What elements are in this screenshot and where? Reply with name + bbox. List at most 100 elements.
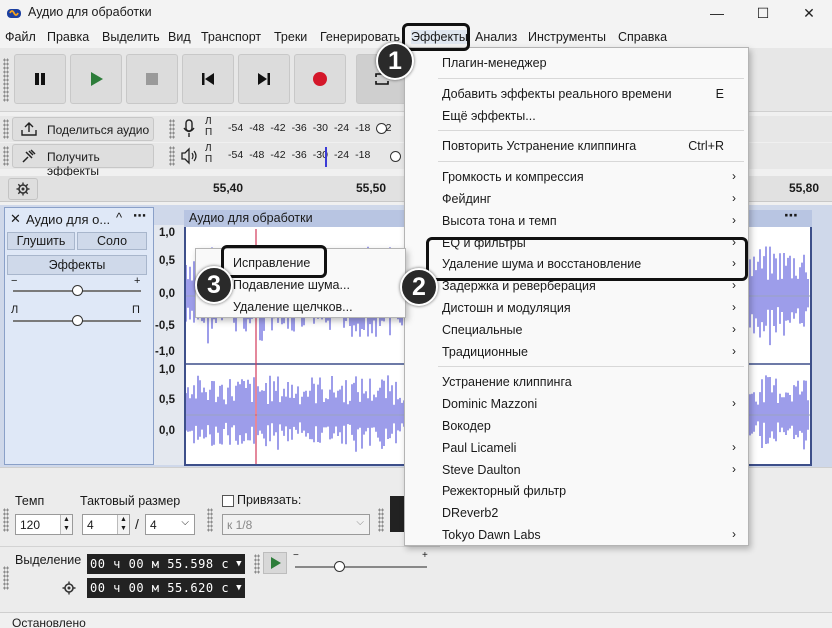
play-button[interactable] [70, 54, 122, 104]
menu-help[interactable]: Справка [618, 30, 667, 44]
effects-menu-item[interactable]: DReverb2 [405, 502, 748, 524]
menu-select[interactable]: Выделить [102, 30, 160, 44]
selection-settings-button[interactable] [58, 578, 80, 598]
dropdown-arrow-icon: ▼ [236, 559, 242, 569]
meter-tick: -48 [249, 149, 265, 161]
effects-menu-item[interactable]: Steve Daulton › [405, 459, 748, 481]
menu-tools[interactable]: Инструменты [528, 30, 606, 44]
toolbar-grip[interactable] [3, 119, 9, 139]
pan-slider-knob[interactable] [72, 315, 83, 326]
menu-item-click-removal[interactable]: Удаление щелчков... [196, 296, 405, 318]
beats-spinner[interactable]: ▲ ▼ [117, 515, 129, 534]
speed-slider-knob[interactable] [334, 561, 345, 572]
speaker-icon[interactable] [180, 147, 200, 165]
effects-menu-item[interactable]: Высота тона и темп › [405, 210, 748, 232]
meter-tick: -24 [333, 122, 350, 134]
record-icon [313, 72, 327, 86]
toolbar-grip[interactable] [169, 119, 175, 139]
selection-end-value: 00 ч 00 м 55.620 с [90, 581, 230, 595]
toolbar-grip[interactable] [207, 508, 213, 532]
timeline-settings-button[interactable] [8, 178, 38, 200]
play-at-speed-button[interactable] [263, 552, 287, 574]
clip-menu-icon[interactable]: ⋯ [784, 207, 798, 224]
effects-menu-item[interactable]: Ещё эффекты... [405, 105, 748, 127]
speed-slider-track[interactable] [295, 566, 427, 568]
stop-button[interactable] [126, 54, 178, 104]
snap-checkbox[interactable] [222, 495, 234, 507]
track-name[interactable]: Аудио для о... [26, 212, 110, 227]
effects-menu-item[interactable]: Громкость и компрессия › [405, 166, 748, 188]
menu-tracks[interactable]: Треки [274, 30, 307, 44]
record-button[interactable] [294, 54, 346, 104]
effects-menu-item[interactable]: Дистошн и модуляция › [405, 297, 748, 319]
menu-transport[interactable]: Транспорт [201, 30, 261, 44]
scale-label: 1,0 [159, 227, 175, 239]
maximize-button[interactable]: ☐ [740, 0, 786, 26]
close-track-icon[interactable]: ✕ [10, 211, 21, 227]
get-effects-button[interactable]: Получить эффекты [12, 144, 154, 178]
effects-menu-item[interactable]: Режекторный фильтр [405, 480, 748, 502]
track-menu-icon[interactable]: ⋯ [133, 208, 146, 224]
submenu-arrow-icon: › [732, 191, 736, 205]
amplitude-scale: 1,0 0,5 0,0 -0,5 -1,0 1,0 0,5 0,0 [154, 225, 184, 465]
track-effects-button[interactable]: Эффекты [7, 255, 147, 275]
scale-label: 1,0 [159, 364, 175, 376]
effects-menu-item[interactable]: Устранение клиппинга [405, 371, 748, 393]
playback-volume-knob[interactable] [390, 151, 401, 162]
playback-meter-scale[interactable]: -54 -48 -42 -36 -30 -24 -18 [228, 149, 398, 161]
effects-menu-item[interactable]: Tokyo Dawn Labs › [405, 524, 748, 546]
gain-slider-knob[interactable] [72, 285, 83, 296]
play-icon [271, 557, 281, 569]
effects-menu-item[interactable]: Вокодер [405, 415, 748, 437]
menu-item-label: Paul Licameli [442, 440, 517, 455]
effects-menu-item[interactable]: Плагин-менеджер [405, 52, 748, 74]
menu-edit[interactable]: Правка [47, 30, 89, 44]
toolbar-grip[interactable] [3, 508, 9, 532]
pan-left-label: Л [11, 304, 19, 316]
collapse-track-icon[interactable]: ^ [116, 210, 122, 225]
gain-plus-label: + [134, 275, 141, 287]
toolbar-grip[interactable] [169, 146, 175, 166]
skip-to-start-button[interactable] [182, 54, 234, 104]
effects-menu-item[interactable]: Специальные › [405, 319, 748, 341]
gear-icon [62, 581, 76, 595]
timeline-tick: 55,50 [356, 181, 387, 195]
effects-menu-item[interactable]: Повторить Устранение клиппинга Ctrl+R [405, 135, 748, 157]
tempo-spinner[interactable]: ▲ ▼ [60, 515, 72, 534]
effects-menu-item[interactable]: Paul Licameli › [405, 437, 748, 459]
toolbar-divider [0, 546, 440, 547]
pause-button[interactable] [14, 54, 66, 104]
meter-tick: -30 [312, 122, 328, 134]
menu-item-label: Задержка и реверберация [442, 279, 596, 294]
menu-item-label: Dominic Mazzoni [442, 397, 538, 412]
snap-select[interactable]: к 1/8 ⌵ [222, 514, 370, 535]
close-button[interactable]: ✕ [786, 0, 832, 26]
beat-value-select[interactable]: 4 ⌵ [145, 514, 195, 535]
menu-view[interactable]: Вид [168, 30, 191, 44]
microphone-icon[interactable] [182, 119, 196, 139]
toolbar-grip[interactable] [378, 508, 384, 532]
effects-menu-item[interactable]: Фейдинг › [405, 188, 748, 210]
menu-file[interactable]: Файл [5, 30, 36, 44]
scale-label: 0,0 [159, 425, 175, 437]
timeline-tick: 55,40 [213, 181, 244, 195]
menu-generate[interactable]: Генерировать [320, 30, 400, 44]
effects-menu-item[interactable]: Традиционные › [405, 341, 748, 363]
toolbar-grip[interactable] [3, 58, 9, 102]
toolbar-grip[interactable] [254, 554, 260, 574]
audacity-logo-icon [7, 9, 21, 18]
mute-button[interactable]: Глушить [7, 232, 75, 250]
effects-menu-item[interactable]: Dominic Mazzoni › [405, 393, 748, 415]
pan-right-label: П [132, 304, 140, 316]
menu-analyze[interactable]: Анализ [475, 30, 517, 44]
toolbar-grip[interactable] [3, 146, 9, 166]
selection-end-time[interactable]: 00 ч 00 м 55.620 с ▼ [87, 578, 245, 598]
solo-button[interactable]: Соло [77, 232, 147, 250]
toolbar-grip[interactable] [3, 566, 9, 590]
share-audio-button[interactable]: Поделиться аудио [12, 117, 154, 141]
selection-start-time[interactable]: 00 ч 00 м 55.598 с ▼ [87, 554, 245, 574]
minimize-button[interactable]: — [694, 0, 740, 26]
effects-menu-item[interactable]: Добавить эффекты реального времени E [405, 83, 748, 105]
record-volume-knob[interactable] [376, 123, 387, 134]
skip-to-end-button[interactable] [238, 54, 290, 104]
